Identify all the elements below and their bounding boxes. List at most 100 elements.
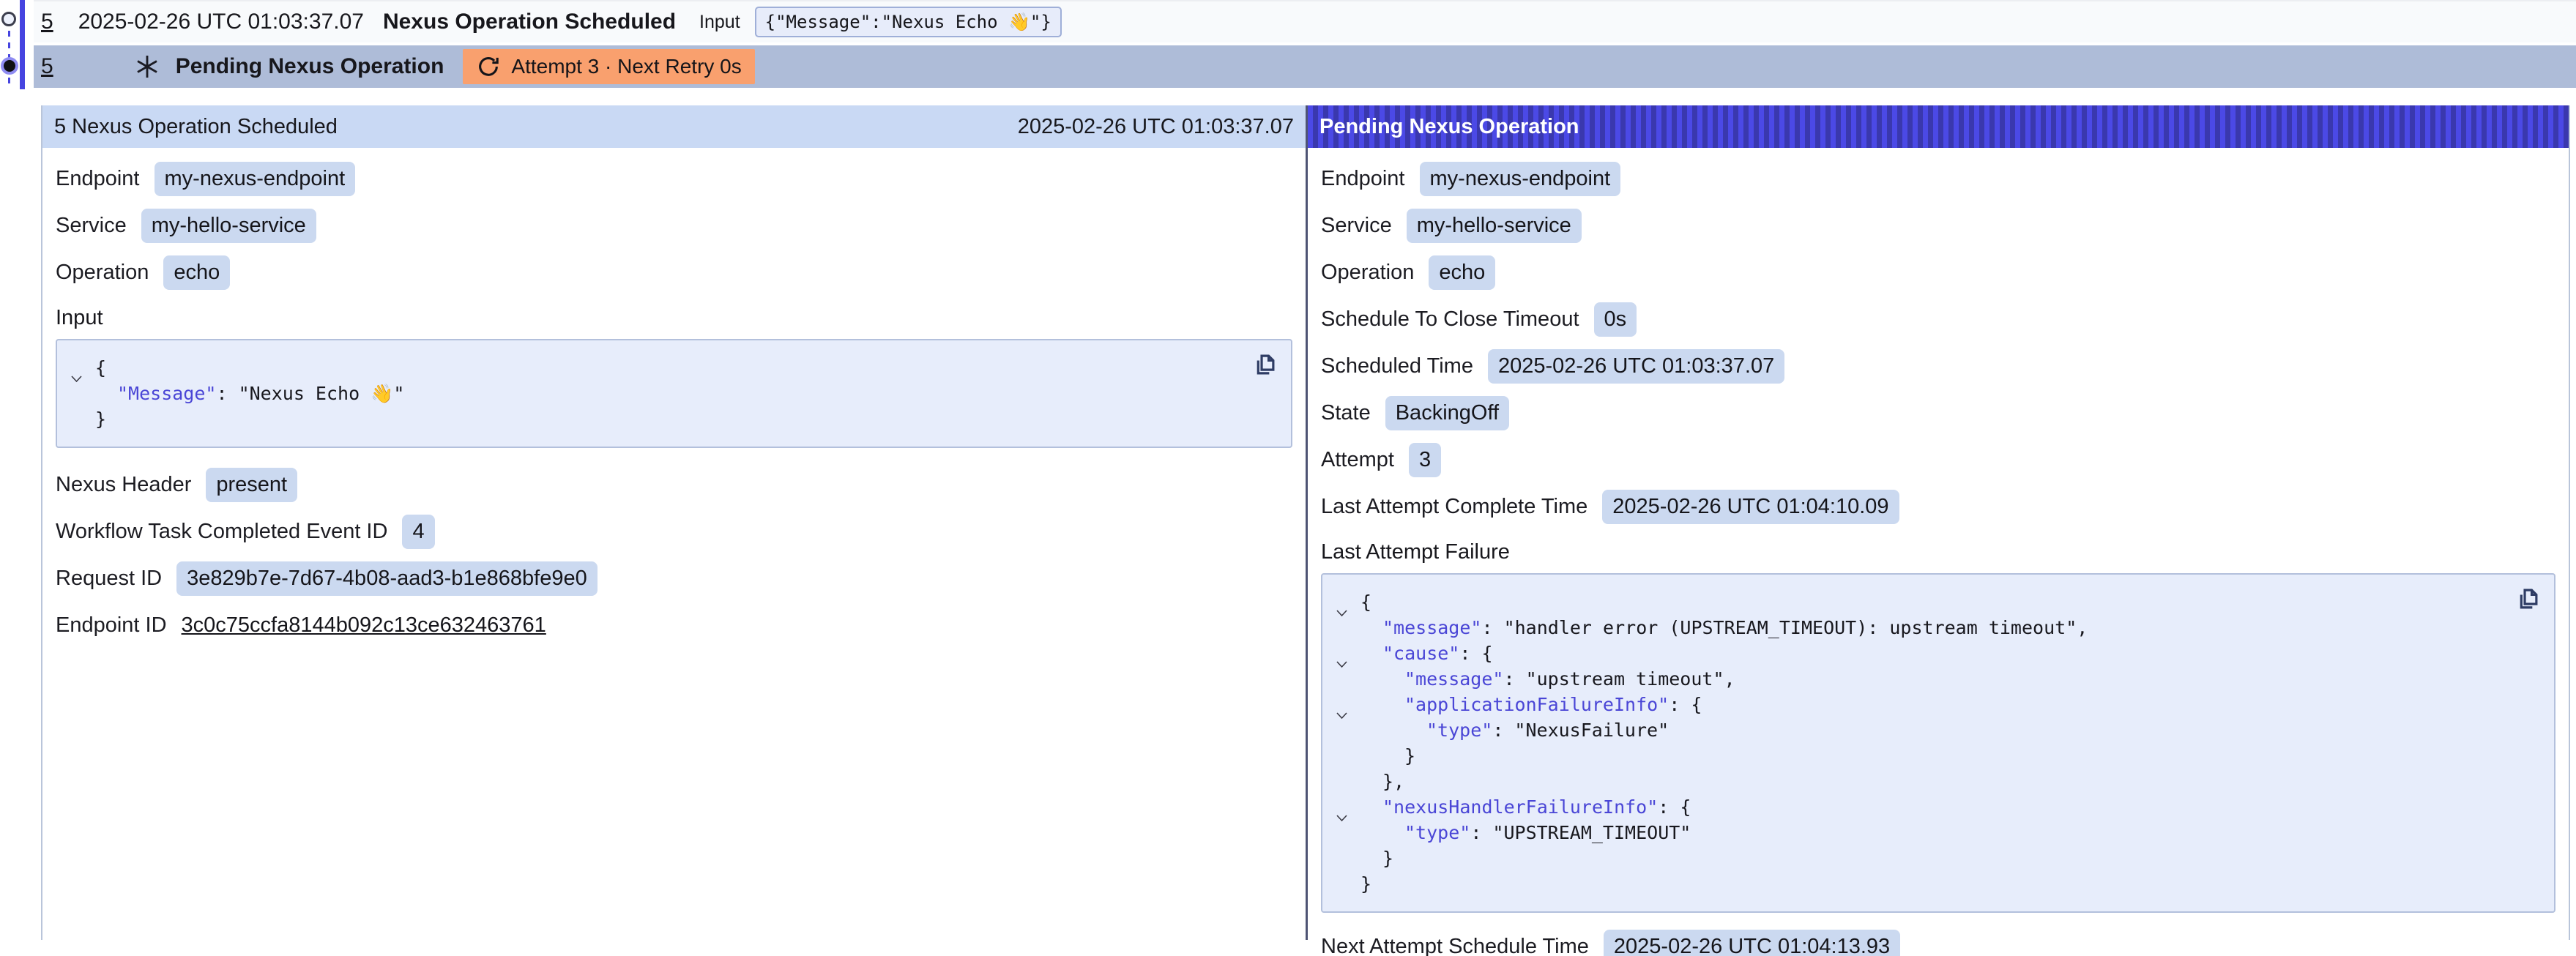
collapse-toggle-icon[interactable]	[1336, 649, 1348, 657]
input-codeblock: { "Message": "Nexus Echo 👋"}	[56, 339, 1292, 448]
field-label: Endpoint	[56, 167, 140, 191]
json-token: }	[1360, 873, 1371, 895]
code-line: "Message": "Nexus Echo 👋"	[57, 381, 1247, 406]
collapse-toggle-icon[interactable]	[1336, 701, 1348, 709]
code-line: {	[1322, 589, 2510, 615]
collapse-toggle-icon[interactable]	[70, 364, 83, 372]
json-token: }	[1404, 745, 1415, 766]
collapse-toggle-icon[interactable]	[1336, 803, 1348, 811]
field-label: Request ID	[56, 567, 162, 591]
field-label: Endpoint	[1321, 167, 1405, 191]
json-token: "Nexus Echo 👋"	[239, 383, 405, 404]
field-label: Nexus Header	[56, 473, 191, 497]
event-details-header: 5 Nexus Operation Scheduled 2025-02-26 U…	[42, 105, 1306, 148]
json-key: "message"	[1382, 617, 1481, 638]
retry-badge-text: Attempt 3 · Next Retry 0s	[511, 55, 741, 78]
field-label: Endpoint ID	[56, 613, 167, 638]
code-line: {	[57, 355, 1247, 381]
pending-row-title: Pending Nexus Operation	[176, 54, 444, 79]
field-value-badge: 3	[1409, 443, 1441, 477]
event-details-header-timestamp: 2025-02-26 UTC 01:03:37.07	[1018, 115, 1294, 139]
copy-icon	[2514, 585, 2542, 613]
field-value-badge: 2025-02-26 UTC 01:04:10.09	[1602, 490, 1899, 524]
json-token: : {	[1658, 796, 1691, 818]
detail-field: Endpointmy-nexus-endpoint	[1321, 155, 2555, 202]
field-label: Operation	[1321, 261, 1414, 285]
input-block-label: Input	[42, 296, 1306, 339]
collapse-toggle-icon[interactable]	[1336, 598, 1348, 606]
timeline-node-open-icon	[1, 12, 16, 26]
detail-field: Operation echo	[56, 249, 1292, 296]
field-value-link[interactable]: 3c0c75ccfa8144b092c13ce632463761	[182, 613, 546, 638]
json-token: "NexusFailure"	[1514, 720, 1669, 741]
json-token: "upstream timeout"	[1526, 668, 1724, 690]
event-id-link[interactable]: 5	[34, 10, 53, 34]
field-value-badge: echo	[163, 255, 230, 290]
event-details-fields: Endpointmy-nexus-endpointServicemy-hello…	[42, 148, 1306, 296]
code-line: "type": "NexusFailure"	[1322, 717, 2510, 743]
failure-block-label: Last Attempt Failure	[1308, 530, 2569, 573]
code-line: "nexusHandlerFailureInfo": {	[1322, 794, 2510, 820]
event-history-row[interactable]: 5 2025-02-26 UTC 01:03:37.07 Nexus Opera…	[34, 0, 2576, 42]
copy-input-button[interactable]	[1248, 349, 1281, 381]
detail-field: Servicemy-hello-service	[1321, 202, 2555, 249]
field-value-badge: 4	[402, 515, 434, 549]
code-line: "message": "handler error (UPSTREAM_TIME…	[1322, 615, 2510, 641]
code-line: "cause": {	[1322, 641, 2510, 666]
field-value-badge: echo	[1429, 255, 1495, 290]
code-line: "message": "upstream timeout",	[1322, 666, 2510, 692]
field-value-badge: BackingOff	[1385, 396, 1509, 430]
json-token: :	[1481, 617, 1503, 638]
pending-operation-row[interactable]: 5 Pending Nexus Operation Attempt 3 · Ne…	[34, 45, 2576, 88]
field-value-badge: 2025-02-26 UTC 01:04:13.93	[1604, 930, 1900, 956]
retry-icon	[476, 54, 501, 79]
detail-field: Endpoint ID 3c0c75ccfa8144b092c13ce632463…	[56, 602, 1292, 649]
copy-icon	[1251, 351, 1278, 378]
json-token: :	[216, 383, 238, 404]
detail-field: Attempt 3	[1321, 436, 2555, 483]
json-token: }	[95, 408, 106, 430]
detail-field: Last Attempt Complete Time 2025-02-26 UTC…	[1321, 483, 2555, 530]
field-value-badge: 3e829b7e-7d67-4b08-aad3-b1e868bfe9e0	[176, 561, 598, 596]
detail-field: Scheduled Time2025-02-26 UTC 01:03:37.07	[1321, 343, 2555, 389]
code-line: }	[57, 406, 1247, 432]
detail-field: StateBackingOff	[1321, 389, 2555, 436]
pending-operation-header: Pending Nexus Operation	[1308, 105, 2569, 148]
json-token: :	[1492, 720, 1514, 741]
detail-field: Request ID 3e829b7e-7d67-4b08-aad3-b1e868…	[56, 555, 1292, 602]
event-input-preview-chip: {"Message":"Nexus Echo 👋"}	[755, 7, 1062, 37]
detail-field: Next Attempt Schedule Time 2025-02-26 UTC…	[1321, 923, 2555, 956]
json-token: {	[95, 357, 106, 378]
field-label: Last Attempt Complete Time	[1321, 495, 1587, 519]
event-title: Nexus Operation Scheduled	[383, 10, 676, 34]
json-key: "cause"	[1382, 643, 1459, 664]
timeline-rail	[0, 0, 34, 92]
field-label: Service	[1321, 214, 1392, 238]
field-label: Attempt	[1321, 448, 1394, 472]
event-details-fields-2: Nexus HeaderpresentWorkflow Task Complet…	[42, 448, 1306, 649]
field-label: Scheduled Time	[1321, 354, 1473, 378]
event-detail-panels: 5 Nexus Operation Scheduled 2025-02-26 U…	[41, 105, 2576, 940]
pending-event-id-link[interactable]: 5	[34, 54, 53, 79]
timeline-active-bar	[20, 0, 25, 89]
timeline-node-current-icon	[4, 60, 15, 72]
field-label: Next Attempt Schedule Time	[1321, 935, 1589, 956]
json-key: "nexusHandlerFailureInfo"	[1382, 796, 1658, 818]
json-token: ,	[1724, 668, 1735, 690]
event-details-panel: 5 Nexus Operation Scheduled 2025-02-26 U…	[41, 105, 1306, 940]
json-key: "type"	[1426, 720, 1492, 741]
code-line: }	[1322, 871, 2510, 897]
field-label: Operation	[56, 261, 149, 285]
field-value-badge: my-hello-service	[141, 209, 316, 243]
copy-failure-button[interactable]	[2512, 583, 2544, 616]
detail-field: Endpointmy-nexus-endpoint	[56, 155, 1292, 202]
json-token: }	[1382, 848, 1393, 869]
pending-operation-panel: Pending Nexus Operation Endpointmy-nexus…	[1306, 105, 2570, 940]
json-token: :	[1470, 822, 1492, 843]
code-line: }	[1322, 845, 2510, 871]
code-line: }	[1322, 743, 2510, 769]
pending-asterisk-icon	[133, 53, 161, 81]
field-label: Workflow Task Completed Event ID	[56, 520, 387, 544]
detail-field: Schedule To Close Timeout0s	[1321, 296, 2555, 343]
retry-status-badge: Attempt 3 · Next Retry 0s	[463, 49, 754, 84]
